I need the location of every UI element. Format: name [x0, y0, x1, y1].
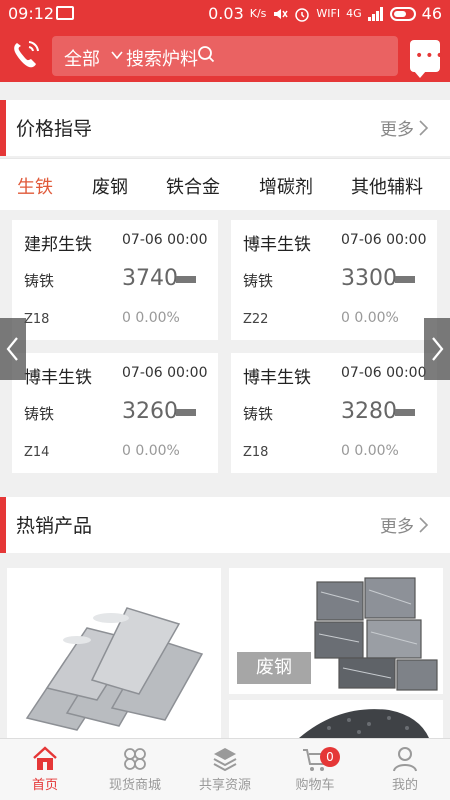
price-card-grid: 建邦生铁 07-06 00:00 铸铁 3740 Z18 0 0.00% 博丰生…: [0, 210, 450, 486]
price-change: 0 0.00%: [341, 443, 399, 459]
price-guide-title: 价格指导: [16, 118, 93, 140]
alarm-icon: [295, 7, 310, 22]
message-notification-icon: [56, 6, 74, 20]
price-card[interactable]: 博丰生铁 07-06 00:00 铸铁 3260 Z14 0 0.00%: [12, 353, 218, 473]
nav-mine[interactable]: 我的: [360, 739, 450, 800]
clover-icon: [124, 748, 146, 770]
search-scope-select[interactable]: 全部: [64, 45, 100, 71]
search-input[interactable]: 搜索炉料: [126, 45, 198, 71]
bottom-navigation: 首页 现货商城 共享资源 0 购物车 我的: [0, 738, 450, 800]
search-bar[interactable]: 全部 搜索炉料: [52, 36, 398, 76]
tab-pig-iron[interactable]: 生铁: [17, 173, 53, 199]
flat-trend-icon: [176, 409, 196, 416]
chevron-left-icon: [6, 337, 18, 361]
recarburizer-granules-image: [229, 700, 443, 738]
nav-cart[interactable]: 0 购物车: [270, 739, 360, 800]
chevron-right-icon[interactable]: [418, 516, 430, 534]
section-accent-bar: [0, 497, 6, 553]
network-type: 4G: [346, 7, 362, 20]
hot-products-title: 热销产品: [16, 515, 93, 537]
price-card[interactable]: 建邦生铁 07-06 00:00 铸铁 3740 Z18 0 0.00%: [12, 220, 218, 340]
price-change: 0 0.00%: [122, 310, 180, 326]
product-tag: 废钢: [237, 652, 311, 684]
network-speed: 0.03: [208, 4, 244, 23]
phone-icon[interactable]: [10, 38, 42, 72]
message-button[interactable]: •••: [410, 40, 444, 78]
nav-home[interactable]: 首页: [0, 739, 90, 800]
signal-icon: [367, 6, 383, 21]
battery-level: 46: [421, 4, 442, 23]
nav-shared-resources-label: 共享资源: [198, 778, 251, 793]
supplier-name: 博丰生铁: [243, 235, 311, 255]
price-change: 0 0.00%: [122, 443, 180, 459]
hot-products-grid: 废钢: [0, 564, 450, 738]
wifi-indicator: WIFI: [316, 7, 341, 20]
chat-bubble-icon: •••: [415, 48, 446, 64]
price-value: 3260: [122, 399, 178, 424]
top-header: 09:12 0.03 K/s WIFI 4G 46 全部 搜索炉料 •••: [0, 0, 450, 82]
tab-scrap-steel[interactable]: 废钢: [92, 173, 128, 199]
tab-ferroalloy[interactable]: 铁合金: [166, 173, 220, 199]
category-tabs: 生铁 废钢 铁合金 增碳剂 其他辅料: [0, 158, 450, 210]
tab-other-materials[interactable]: 其他辅料: [351, 173, 423, 199]
nav-spot-mall[interactable]: 现货商城: [90, 739, 180, 800]
price-date: 07-06 00:00: [341, 365, 427, 381]
product-tile-scrap-steel[interactable]: 废钢: [229, 568, 443, 694]
chevron-right-icon[interactable]: [418, 119, 430, 137]
search-icon: [198, 46, 215, 63]
status-bar: 09:12 0.03 K/s WIFI 4G 46: [0, 0, 450, 28]
section-accent-bar: [0, 100, 6, 156]
tab-recarburizer[interactable]: 增碳剂: [259, 173, 313, 199]
product-grade: Z22: [243, 312, 269, 327]
chevron-down-icon[interactable]: [110, 48, 124, 62]
price-date: 07-06 00:00: [122, 232, 208, 248]
chevron-right-icon: [432, 337, 444, 361]
layers-icon: [213, 748, 237, 772]
nav-mine-label: 我的: [391, 778, 418, 793]
product-tile-recarburizer[interactable]: [229, 700, 443, 738]
flat-trend-icon: [176, 276, 196, 283]
price-card[interactable]: 博丰生铁 07-06 00:00 铸铁 3280 Z18 0 0.00%: [231, 353, 437, 473]
hot-products-more-link[interactable]: 更多: [380, 512, 414, 537]
price-guide-more-link[interactable]: 更多: [380, 115, 414, 140]
hot-products-header: 热销产品 更多: [0, 497, 450, 553]
supplier-name: 建邦生铁: [24, 235, 92, 255]
pig-iron-ingots-image: [7, 568, 221, 738]
supplier-name: 博丰生铁: [24, 368, 92, 388]
price-date: 07-06 00:00: [122, 365, 208, 381]
cart-count-badge: 0: [320, 747, 340, 767]
nav-shared-resources[interactable]: 共享资源: [180, 739, 270, 800]
mute-icon: [274, 8, 289, 19]
network-speed-unit: K/s: [249, 7, 267, 20]
product-grade: Z18: [24, 312, 50, 327]
price-card[interactable]: 博丰生铁 07-06 00:00 铸铁 3300 Z22 0 0.00%: [231, 220, 437, 340]
status-time: 09:12: [8, 4, 55, 23]
battery-icon: [389, 6, 416, 21]
price-value: 3740: [122, 266, 178, 291]
carousel-next-button[interactable]: [424, 318, 450, 380]
product-type: 铸铁: [243, 272, 274, 290]
flat-trend-icon: [395, 409, 415, 416]
price-value: 3300: [341, 266, 397, 291]
nav-home-label: 首页: [31, 778, 58, 793]
nav-cart-label: 购物车: [295, 778, 335, 793]
product-grade: Z14: [24, 445, 50, 460]
product-type: 铸铁: [24, 272, 55, 290]
price-guide-header: 价格指导 更多: [0, 100, 450, 156]
product-type: 铸铁: [24, 405, 55, 423]
product-tile-pig-iron[interactable]: [7, 568, 221, 738]
price-change: 0 0.00%: [341, 310, 399, 326]
person-icon: [393, 747, 417, 772]
supplier-name: 博丰生铁: [243, 368, 311, 388]
nav-spot-mall-label: 现货商城: [108, 778, 161, 793]
price-value: 3280: [341, 399, 397, 424]
carousel-prev-button[interactable]: [0, 318, 26, 380]
product-type: 铸铁: [243, 405, 274, 423]
product-grade: Z18: [243, 445, 269, 460]
price-date: 07-06 00:00: [341, 232, 427, 248]
home-icon: [33, 746, 57, 770]
flat-trend-icon: [395, 276, 415, 283]
